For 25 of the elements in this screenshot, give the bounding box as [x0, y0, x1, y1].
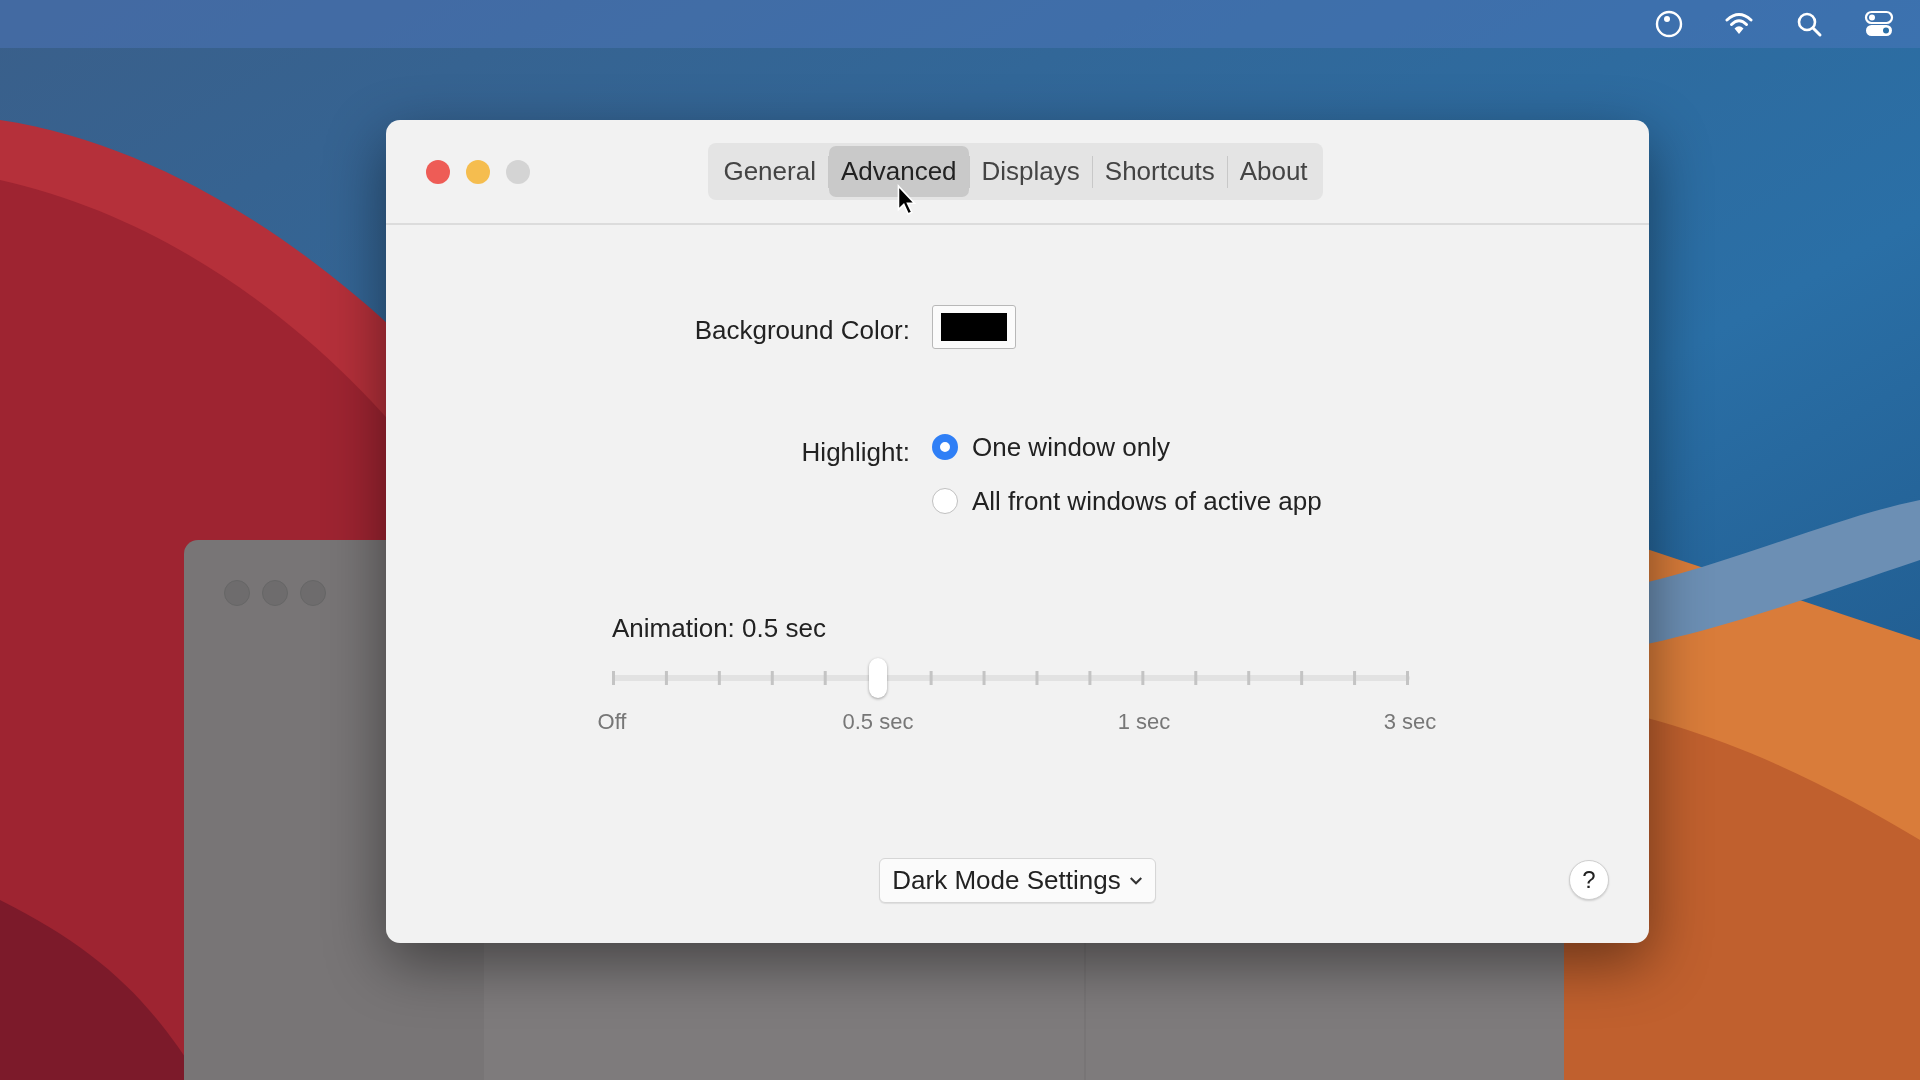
help-button[interactable]: ? [1569, 860, 1609, 900]
animation-label: Animation: 0.5 sec [612, 613, 826, 644]
field-label: Highlight: [800, 436, 910, 468]
tab[interactable]: Displays [969, 146, 1092, 197]
clock-icon[interactable] [1654, 9, 1684, 39]
field-label: Background Color: [693, 314, 910, 346]
tab[interactable]: About [1227, 146, 1320, 197]
color-well[interactable] [932, 305, 1016, 349]
scale-label: 0.5 sec [842, 709, 914, 735]
close-button[interactable] [426, 160, 450, 184]
scale-label: 1 sec [1117, 709, 1171, 735]
dark-mode-popup-button[interactable]: Dark Mode Settings [879, 858, 1156, 903]
radio-button[interactable] [932, 488, 958, 514]
toggles-icon[interactable] [1864, 9, 1894, 39]
scale-label: 3 sec [1383, 709, 1437, 735]
slider-thumb[interactable] [868, 658, 887, 698]
tab[interactable]: Shortcuts [1092, 146, 1227, 197]
radio-label: All front windows of active app [972, 485, 1322, 517]
radio-button[interactable] [932, 434, 958, 460]
tab[interactable]: Advanced [828, 146, 969, 197]
radio-label: One window only [972, 431, 1170, 463]
tab[interactable]: General [711, 146, 828, 197]
scale-label: Off [597, 709, 627, 735]
cursor-icon [896, 184, 918, 216]
chevron-icon [1128, 875, 1143, 886]
